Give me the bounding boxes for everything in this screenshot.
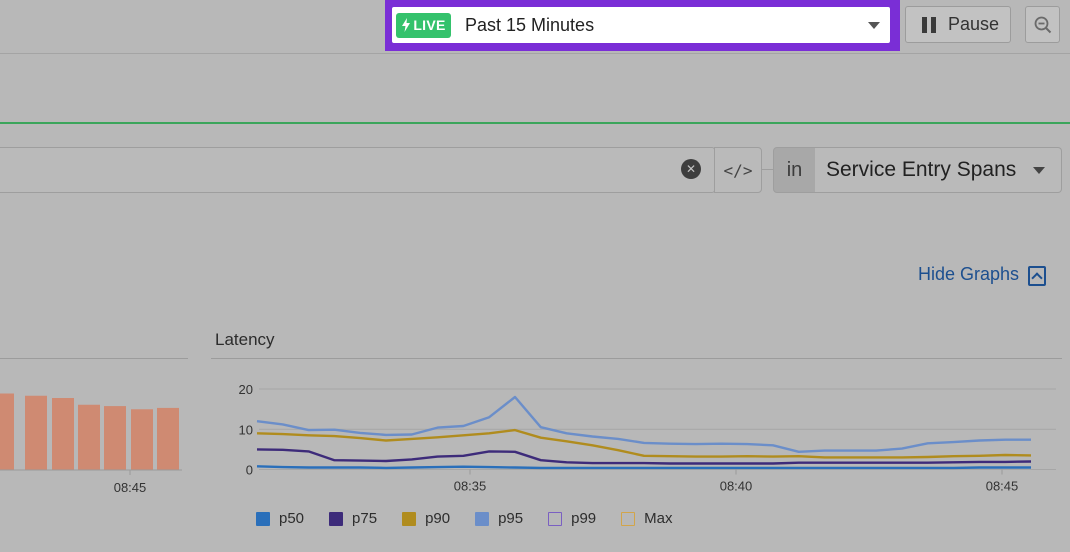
legend-swatch (475, 511, 490, 526)
legend-item-p95[interactable]: p95 (475, 510, 523, 527)
pause-button[interactable]: Pause (905, 6, 1011, 43)
code-icon: </> (723, 160, 753, 180)
chart-divider (0, 358, 188, 359)
search-input[interactable] (0, 147, 715, 193)
y-tick-label: 20 (239, 382, 253, 397)
clear-icon[interactable]: ✕ (681, 159, 701, 179)
span-source-select[interactable]: Service Entry Spans (815, 147, 1062, 193)
series-line-p50 (256, 465, 1031, 470)
legend-label: p75 (352, 510, 378, 527)
legend-item-max[interactable]: Max (621, 510, 673, 527)
bar (78, 404, 100, 470)
y-tick-label: 10 (239, 422, 253, 437)
legend-swatch (329, 511, 344, 526)
legend-item-p50[interactable]: p50 (256, 510, 304, 527)
legend-item-p99[interactable]: p99 (548, 510, 596, 527)
bar (52, 398, 74, 470)
time-range-picker[interactable]: LIVE Past 15 Minutes (392, 7, 890, 43)
x-tick-label: 08:35 (454, 479, 487, 494)
x-tick-label: 08:40 (720, 479, 753, 494)
chevron-down-icon[interactable] (868, 21, 880, 29)
x-tick-label: 08:45 (114, 480, 147, 495)
chart-divider (211, 358, 1062, 359)
x-tick-label: 08:45 (986, 479, 1019, 494)
bar (25, 395, 47, 470)
left-bar-chart: 08:45 (0, 393, 182, 495)
code-toggle-button[interactable]: </> (714, 147, 762, 193)
chevron-down-icon (1033, 166, 1045, 174)
latency-title: Latency (215, 330, 275, 349)
lightning-icon (402, 18, 411, 32)
legend-swatch (402, 511, 417, 526)
span-source-value: Service Entry Spans (826, 158, 1017, 181)
legend-swatch (621, 511, 636, 526)
connector-line (762, 169, 773, 170)
legend-label: Max (644, 510, 673, 527)
legend-label: p90 (425, 510, 451, 527)
collapse-icon[interactable] (1028, 266, 1046, 286)
legend-label: p99 (571, 510, 597, 527)
bar (131, 409, 153, 470)
live-label: LIVE (413, 17, 446, 33)
legend-item-p90[interactable]: p90 (402, 510, 450, 527)
bar (104, 406, 126, 470)
scope-prefix: in (773, 147, 816, 193)
legend-label: p50 (279, 510, 305, 527)
hide-graphs-link[interactable]: Hide Graphs (918, 264, 1019, 285)
y-tick-label: 0 (246, 463, 253, 478)
zoom-out-icon (1034, 16, 1051, 33)
time-range-text: Past 15 Minutes (465, 14, 595, 35)
live-badge: LIVE (396, 12, 451, 38)
legend-label: p95 (498, 510, 524, 527)
series-line-p95 (256, 395, 1031, 454)
bar (157, 407, 179, 470)
bar (0, 393, 14, 470)
legend-item-p75[interactable]: p75 (329, 510, 377, 527)
pause-icon (922, 16, 936, 33)
legend-swatch (256, 511, 270, 526)
pause-label: Pause (948, 14, 1000, 34)
latency-line-chart: 0 10 20 08:35 08:40 08:45 (239, 382, 1056, 494)
legend-swatch (548, 511, 563, 526)
chart-legend: p50 p75 p90 p95 p99 Max (256, 510, 698, 527)
divider-line (0, 122, 1070, 124)
zoom-out-button[interactable] (1025, 6, 1060, 43)
